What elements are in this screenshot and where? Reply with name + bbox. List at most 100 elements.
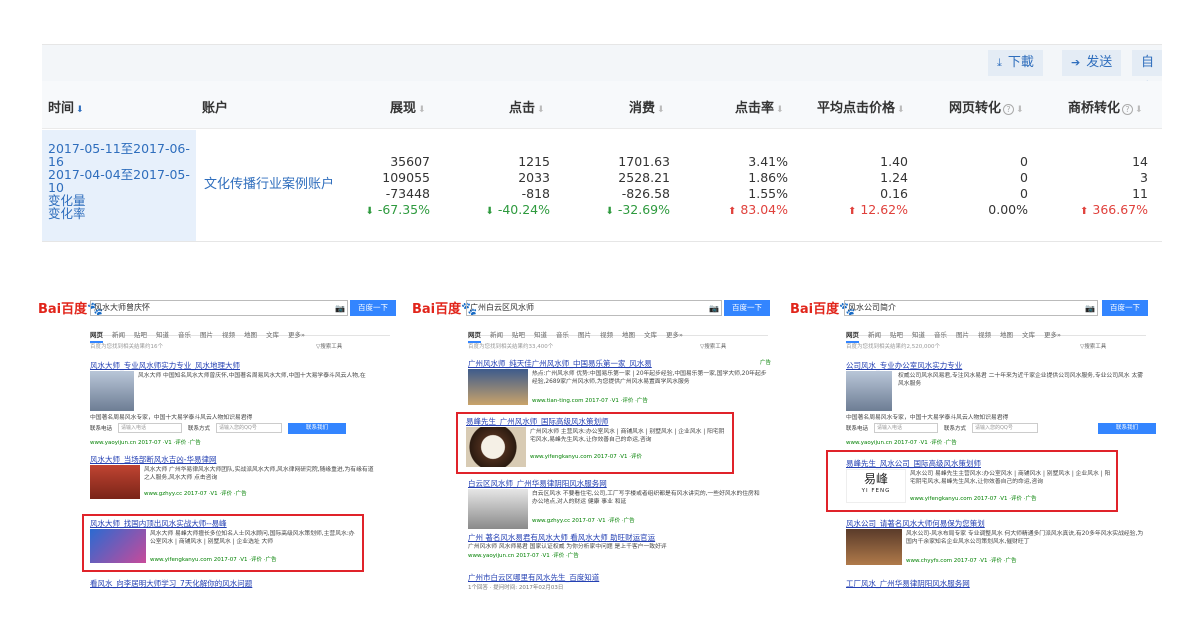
result-title[interactable]: 风水大师_专业风水师实力专业_风水地理大师 [90,360,380,371]
column-ctr: 3.41% 1.86% 1.55% ⬆ 83.04% [728,154,788,220]
result-title[interactable]: 工厂风水_广州华易律阴阳风水服务网 [846,578,1146,589]
column-avg-cpc: 1.40 1.24 0.16 ⬆ 12.62% [848,154,908,220]
result-count: 百度为您找到相关结果约33,400个 [468,344,554,350]
search-result: 看风水_向李居明大师学习_7天化解你的风水问题 [90,578,380,589]
search-tools[interactable]: ▽搜索工具 [316,342,342,350]
sort-icon: ⬇ [1135,105,1143,115]
download-button[interactable]: ⤓ 下載 [988,50,1043,76]
header-bridge-conversion[interactable]: 商桥转化? ⬇ [1068,97,1143,116]
tab-more[interactable]: 更多» [666,329,683,341]
search-input[interactable]: 风水大师曾庆怀 📷 [90,300,348,316]
tab-wenku[interactable]: 文库 [1022,329,1035,341]
result-title[interactable]: 易峰先生_风水公司_国际高级风水策划师 [846,458,1116,469]
search-result-highlighted: 风水大师_找国内顶出风水实战大师--易峰 风水大师 易峰大师擅长多位知名人士风水… [90,518,362,563]
sort-icon: ⬇ [776,105,784,115]
qq-input[interactable]: 请输入您的QQ号 [972,423,1038,433]
tab-tieba[interactable]: 贴吧 [134,329,147,341]
camera-icon[interactable]: 📷 [709,302,719,316]
result-count: 百度为您找到相关结果约16个 [90,344,163,350]
date-range-current[interactable]: 2017-05-11至2017-06- [48,142,192,155]
tab-video[interactable]: 视频 [222,329,235,341]
tab-tieba[interactable]: 贴吧 [512,329,525,341]
search-input[interactable]: 广州白云区风水师 📷 [466,300,722,316]
result-title[interactable]: 看风水_向李居明大师学习_7天化解你的风水问题 [90,578,380,589]
tab-news[interactable]: 新闻 [490,329,503,341]
search-result: 广州 著名风水易君有风水大师 看风水大师 助旺财运官运 广州风水师 风水师易君 … [468,532,768,559]
contact-us-button[interactable]: 联系我们 [288,423,346,434]
header-page-conversion[interactable]: 网页转化? ⬇ [949,97,1024,116]
table-header: 时间 ⬇ 账户 展现 ⬇ 点击 ⬇ 消费 ⬇ 点击率 ⬇ 平均点击价格 ⬇ 网页转化? ⬇ 商… [42,81,1162,129]
tab-tieba[interactable]: 贴吧 [890,329,903,341]
tab-zhidao[interactable]: 知道 [534,329,547,341]
arrow-right-icon: ➔ [1071,56,1081,69]
tab-news[interactable]: 新闻 [868,329,881,341]
tab-map[interactable]: 地图 [244,329,257,341]
customize-button[interactable]: 自定 [1132,50,1162,96]
tab-web[interactable]: 网页 [90,329,103,343]
change-rate: ⬇ -67.35% [365,202,430,217]
search-button[interactable]: 百度一下 [350,300,396,316]
search-tools[interactable]: ▽搜索工具 [1080,342,1106,350]
tab-map[interactable]: 地图 [1000,329,1013,341]
header-avg-cpc[interactable]: 平均点击价格 ⬇ [817,97,905,116]
tab-zhidao[interactable]: 知道 [156,329,169,341]
camera-icon[interactable]: 📷 [1085,302,1095,316]
tab-video[interactable]: 视频 [978,329,991,341]
search-result: 白云区风水师_广州华易律阴阳风水服务网 白云区风水 不要看住宅,公司,工厂写字楼… [468,478,768,529]
tab-images[interactable]: 图片 [956,329,969,341]
date-range-compare[interactable]: 2017-04-04至2017-05- [48,168,192,181]
tab-music[interactable]: 音乐 [178,329,191,341]
tab-more[interactable]: 更多» [288,329,305,341]
result-title[interactable]: 广州风水师_纯天佳广州风水师_中国易乐第一家_风水易 [468,358,768,369]
tab-video[interactable]: 视频 [600,329,613,341]
search-tools[interactable]: ▽搜索工具 [700,342,726,350]
header-ctr[interactable]: 点击率 ⬇ [735,97,784,116]
result-title[interactable]: 易峰先生_广州风水师_国际高级风水策划师 [466,416,732,427]
send-button[interactable]: ➔ 发送 [1062,50,1122,76]
qq-input[interactable]: 请输入您的QQ号 [216,423,282,433]
result-title[interactable]: 风水大师_找国内顶出风水实战大师--易峰 [90,518,362,529]
tab-web[interactable]: 网页 [846,329,859,343]
result-title[interactable]: 广州市白云区哪里有风水先生_百度知道 [468,572,768,583]
result-thumbnail [846,529,902,565]
result-title[interactable]: 风水大师_当场部断风水吉凶-华易律网 [90,454,380,465]
tab-music[interactable]: 音乐 [556,329,569,341]
header-clicks[interactable]: 点击 ⬇ [509,97,545,116]
search-button[interactable]: 百度一下 [724,300,770,316]
phone-input[interactable]: 请输入电话 [874,423,938,433]
tab-wenku[interactable]: 文库 [644,329,657,341]
tab-zhidao[interactable]: 知道 [912,329,925,341]
account-link[interactable]: 文化传播行业案例账户 [204,173,334,192]
tab-news[interactable]: 新闻 [112,329,125,341]
date-range-cell: 2017-05-11至2017-06- 16 2017-04-04至2017-0… [42,130,196,241]
result-thumbnail [90,465,140,499]
search-button[interactable]: 百度一下 [1102,300,1148,316]
tab-music[interactable]: 音乐 [934,329,947,341]
result-count: 百度为您找到相关结果约2,520,000个 [846,344,940,350]
header-impressions[interactable]: 展现 ⬇ [390,97,426,116]
header-cost[interactable]: 消费 ⬇ [629,97,665,116]
column-impressions: 35607 109055 -73448 ⬇ -67.35% [365,154,430,220]
phone-input[interactable]: 请输入电话 [118,423,182,433]
result-title[interactable]: 广州 著名风水易君有风水大师 看风水大师 助旺财运官运 [468,532,768,543]
contact-us-button[interactable]: 联系我们 [1098,423,1156,434]
download-icon: ⤓ [997,56,1002,69]
tab-map[interactable]: 地图 [622,329,635,341]
header-time[interactable]: 时间 ⬇ [48,97,84,116]
search-input[interactable]: 风水公司简介 📷 [844,300,1098,316]
help-icon[interactable]: ? [1003,104,1015,115]
help-icon[interactable]: ? [1122,104,1134,115]
tab-images[interactable]: 图片 [578,329,591,341]
tab-web[interactable]: 网页 [468,329,481,343]
result-title[interactable]: 公司风水_专业办公室风水实力专业 [846,360,1146,371]
tab-images[interactable]: 图片 [200,329,213,341]
result-title[interactable]: 风水公司_请著名风水大师何易保为您策划 [846,518,1146,529]
search-result: 风水大师_当场部断风水吉凶-华易律网 风水大师 广州华易律风水大师团队,实战派风… [90,454,380,499]
camera-icon[interactable]: 📷 [335,302,345,316]
baidu-result-shot-3: Bai百度🐾 风水公司简介 📷 百度一下 网页 新闻 贴吧 知道 音乐 图片 视频 地图 文库 更多… [790,292,1162,592]
baidu-result-shot-2: Bai百度🐾 广州白云区风水师 📷 百度一下 网页 新闻 贴吧 知道 音乐 图片 视频 地图 文库… [412,292,782,592]
tab-more[interactable]: 更多» [1044,329,1061,341]
search-result-highlighted: 易峰先生_广州风水师_国际高级风水策划师 广州风水师 主营风水:办公室风水 | … [466,416,732,467]
result-title[interactable]: 白云区风水师_广州华易律阴阳风水服务网 [468,478,768,489]
tab-wenku[interactable]: 文库 [266,329,279,341]
